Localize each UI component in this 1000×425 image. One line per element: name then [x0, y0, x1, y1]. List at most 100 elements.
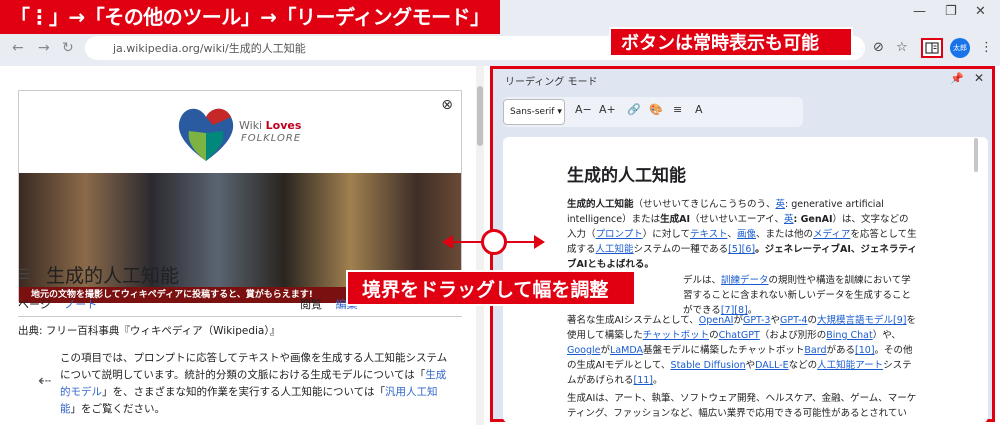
- article-text: 生成AI: [660, 214, 691, 225]
- article-link[interactable]: ChatGPT: [719, 330, 760, 341]
- article-text: ）や、: [872, 330, 901, 341]
- table-of-contents-icon[interactable]: ☰: [18, 267, 31, 283]
- banner-folklore: FOLKLORE: [241, 133, 302, 144]
- article-text: ）に対して: [642, 229, 690, 240]
- forward-icon[interactable]: →: [38, 40, 50, 56]
- drag-note-callout: 境界をドラッグして幅を調整: [346, 270, 636, 306]
- paragraph-1: 生成的人工知能（せいせいてきじんこうちのう、英: generative arti…: [567, 197, 917, 272]
- article-text: （せいせいエーアイ、: [690, 214, 784, 225]
- article-link[interactable]: [10]: [855, 345, 875, 356]
- arrow-right-icon: [534, 235, 545, 249]
- disambiguation-icon: ⇠: [38, 371, 52, 390]
- article-link[interactable]: チャットボット: [643, 330, 709, 341]
- font-smaller-button[interactable]: A−: [575, 103, 592, 116]
- article-link[interactable]: メディア: [813, 229, 850, 240]
- article-text: 、: [727, 229, 737, 240]
- article-text: や: [745, 360, 756, 371]
- banner-close-icon[interactable]: ⊗: [441, 97, 453, 113]
- article-text: : GenAI: [793, 214, 833, 225]
- article-text: や: [770, 315, 780, 326]
- page-title: 生成的人工知能: [46, 265, 180, 287]
- link-toggle-icon[interactable]: 🔗: [627, 103, 641, 116]
- minimize-icon[interactable]: —: [913, 4, 926, 19]
- article-link[interactable]: [9]: [893, 315, 906, 326]
- font-select[interactable]: Sans-serif ▾: [503, 99, 565, 125]
- article-link[interactable]: 人工知能アート: [817, 360, 883, 371]
- article-text: 。: [653, 375, 663, 386]
- article-text: デルは、: [683, 275, 722, 286]
- close-window-icon[interactable]: ✕: [975, 4, 986, 19]
- article-link[interactable]: Google: [567, 345, 601, 356]
- article-link[interactable]: DALL-E: [755, 360, 789, 371]
- divider: [18, 316, 462, 317]
- page-scroll-thumb[interactable]: [477, 86, 483, 146]
- article-text: システムの一種である: [633, 244, 729, 255]
- article-text: 基盤モデルに構築したチャットボット: [643, 345, 805, 356]
- article-link[interactable]: GPT-3: [743, 315, 771, 326]
- article-link[interactable]: 大規模言語モデル: [817, 315, 893, 326]
- article-link[interactable]: LaMDA: [610, 345, 643, 356]
- reading-mode-button[interactable]: [921, 38, 943, 58]
- article-link[interactable]: 訓練データ: [721, 275, 769, 286]
- back-icon[interactable]: ←: [12, 40, 24, 56]
- article-link[interactable]: Bing Chat: [826, 330, 872, 341]
- article-link[interactable]: プロンプト: [596, 229, 643, 240]
- url-text: ja.wikipedia.org/wiki/生成的人工知能: [113, 42, 306, 55]
- font-larger-button[interactable]: A+: [599, 103, 616, 116]
- article-text: 、または他の: [756, 229, 814, 240]
- avatar[interactable]: 太郎: [950, 38, 970, 58]
- article-text: 著名な生成AIシステムとして、: [567, 315, 699, 326]
- article-link[interactable]: 人工知能: [596, 244, 634, 255]
- reload-icon[interactable]: ↻: [62, 40, 74, 56]
- article-text: の: [807, 315, 817, 326]
- bookmark-star-icon[interactable]: ☆: [896, 40, 908, 55]
- article-text: が: [600, 345, 611, 356]
- heart-puzzle-logo: [178, 108, 234, 161]
- article-text: （および別形の: [759, 330, 827, 341]
- hatnote: この項目では、プロンプトに応答してテキストや画像を生成する人工知能システムについ…: [60, 352, 448, 415]
- restore-icon[interactable]: ❐: [945, 4, 957, 19]
- article-link[interactable]: [11]: [634, 375, 654, 386]
- tab-talk[interactable]: ノート: [64, 298, 97, 311]
- namespace-tabs: ページ ノート: [18, 296, 107, 312]
- letter-spacing-icon[interactable]: A: [695, 103, 703, 116]
- panel-resize-handle[interactable]: [481, 229, 507, 255]
- arrow-left-icon: [442, 235, 453, 249]
- article-text: の: [709, 330, 719, 341]
- article-text: などの: [788, 360, 818, 371]
- article-link[interactable]: 画像: [737, 229, 756, 240]
- wikipedia-page: Wiki Loves FOLKLORE ⊗ 地元の文物を撮影してウィキペディアに…: [0, 66, 480, 425]
- reading-mode-panel: リーディング モード 📌 ✕ Sans-serif ▾ A− A+ 🔗 🎨 ≡ …: [490, 66, 995, 423]
- line-spacing-icon[interactable]: ≡: [673, 103, 682, 116]
- reading-toolbar: Sans-serif ▾ A− A+ 🔗 🎨 ≡ A: [503, 97, 803, 127]
- kebab-menu-icon[interactable]: ⋮: [980, 40, 993, 55]
- paragraph-3: 著名な生成AIシステムとして、OpenAIがGPT-3やGPT-4の大規模言語モ…: [567, 313, 917, 388]
- article-link[interactable]: 英: [784, 214, 794, 225]
- eye-off-icon[interactable]: ⊘: [873, 40, 884, 55]
- source-line: 出典: フリー百科事典『ウィキペディア（Wikipedia）』: [18, 325, 281, 337]
- article-link[interactable]: 英: [775, 199, 785, 210]
- tab-read[interactable]: 閲覧: [300, 298, 322, 311]
- button-note-callout: ボタンは常時表示も可能: [609, 27, 853, 57]
- color-theme-icon[interactable]: 🎨: [649, 103, 663, 116]
- article-text: がある: [826, 345, 856, 356]
- paragraph-2: デルは、訓練データの規則性や構造を訓練において学習することに含まれない新しいデー…: [683, 273, 917, 318]
- panel-close-icon[interactable]: ✕: [974, 71, 984, 85]
- article-text: 生成的人工知能: [567, 199, 634, 210]
- reading-mode-icon: [925, 42, 939, 54]
- banner-brand: Wiki Loves: [239, 119, 302, 132]
- article-heading: 生成的人工知能: [567, 166, 686, 186]
- article-link[interactable]: Bard: [804, 345, 826, 356]
- pin-icon[interactable]: 📌: [950, 72, 964, 85]
- article-text: が: [733, 315, 743, 326]
- article-link[interactable]: GPT-4: [780, 315, 808, 326]
- article-link[interactable]: Stable Diffusion: [671, 360, 746, 371]
- menu-path-callout: 「⋮」→「その他のツール」→「リーディングモード」: [0, 0, 500, 34]
- tab-page[interactable]: ページ: [18, 298, 51, 311]
- panel-title: リーディング モード: [505, 77, 598, 88]
- article-link[interactable]: テキスト: [690, 229, 728, 240]
- article-link[interactable]: [5][6]: [728, 244, 755, 255]
- reading-scroll-thumb[interactable]: [974, 138, 978, 172]
- article-link[interactable]: OpenAI: [699, 315, 734, 326]
- paragraph-4: 生成AIは、アート、執筆、ソフトウェア開発、ヘルスケア、金融、ゲーム、マーケティ…: [567, 393, 917, 419]
